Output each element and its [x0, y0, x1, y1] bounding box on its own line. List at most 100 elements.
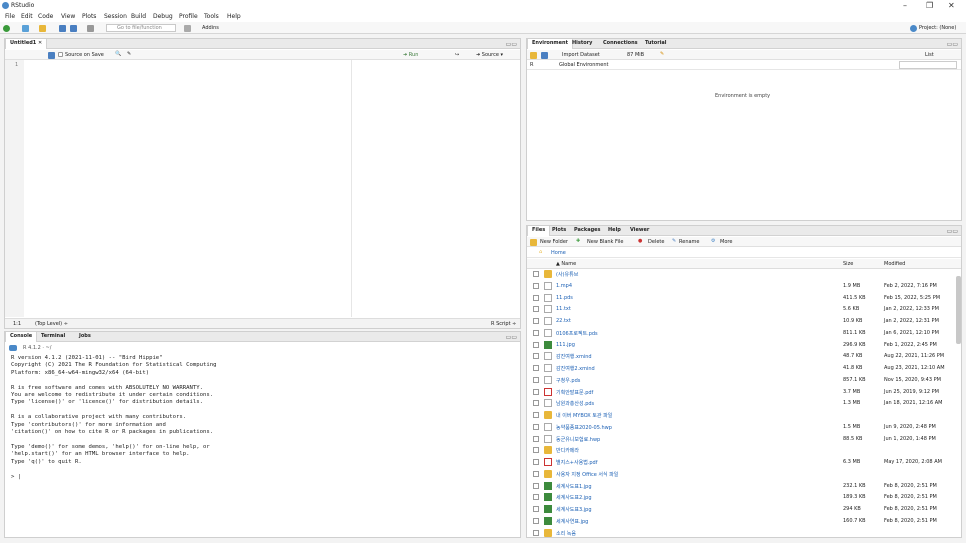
file-row[interactable]: 구청우.pds 857.1 KB Nov 15, 2020, 9:43 PM — [527, 375, 957, 387]
file-checkbox[interactable] — [533, 400, 539, 407]
scope-selector[interactable]: (Top Level) ÷ — [35, 321, 68, 327]
maximize-pane-icon[interactable]: ▭▭ — [506, 41, 517, 48]
maximize-files-icon[interactable]: ▭▭ — [947, 228, 958, 235]
file-row[interactable]: 기획안발표문.pdf 3.7 MB Jun 25, 2019, 9:12 PM — [527, 387, 957, 399]
new-blank-file-button[interactable]: New Blank File — [587, 239, 623, 245]
file-checkbox[interactable] — [533, 470, 539, 477]
open-file-icon[interactable] — [39, 25, 46, 32]
search-icon[interactable]: 🔍 — [115, 51, 121, 57]
language-selector[interactable]: R — [530, 62, 533, 68]
file-name[interactable]: (사)유튜브 — [556, 271, 578, 278]
file-name[interactable]: 사용자 지정 Office 서식 파일 — [556, 471, 618, 478]
file-name[interactable]: 감진여행2.xmind — [556, 365, 595, 372]
breadcrumb-home[interactable]: Home — [551, 250, 566, 256]
file-row[interactable]: 동군유니보험료.hwp 88.5 KB Jun 1, 2020, 1:48 PM — [527, 434, 957, 446]
file-checkbox[interactable] — [533, 517, 539, 524]
file-row[interactable]: 내 이버 MYBOX 토관 파일 — [527, 410, 957, 422]
memory-usage[interactable]: 87 MiB — [627, 52, 644, 58]
file-name[interactable]: 별지스+사용법.pdf — [556, 459, 598, 466]
file-row[interactable]: 감진여행.xmind 48.7 KB Aug 22, 2021, 11:26 PM — [527, 351, 957, 363]
file-checkbox[interactable] — [533, 494, 539, 501]
file-type-selector[interactable]: R Script ÷ — [491, 321, 516, 327]
file-name[interactable]: 감진여행.xmind — [556, 353, 592, 360]
file-row[interactable]: 22.txt 10.9 KB Jan 2, 2022, 12:31 PM — [527, 316, 957, 328]
tab-jobs[interactable]: Jobs — [75, 332, 95, 342]
file-name[interactable]: 동군유니보험료.hwp — [556, 436, 600, 443]
print-icon[interactable] — [87, 25, 94, 32]
menu-code[interactable]: Code — [38, 13, 53, 20]
file-name[interactable]: 내 이버 MYBOX 토관 파일 — [556, 412, 612, 419]
file-name[interactable]: 11.txt — [556, 306, 571, 312]
tab-files[interactable]: Files — [527, 226, 551, 236]
tab-packages[interactable]: Packages — [570, 226, 605, 236]
file-row[interactable]: 별지스+사용법.pdf 6.3 MB May 17, 2020, 2:08 AM — [527, 457, 957, 469]
file-checkbox[interactable] — [533, 388, 539, 395]
file-name[interactable]: 0106프로젝트.pds — [556, 330, 598, 337]
file-row[interactable]: 농약품종표2020-05.hwp 1.5 MB Jun 9, 2020, 2:48 … — [527, 422, 957, 434]
wand-icon[interactable]: ✎ — [127, 51, 131, 57]
new-project-icon[interactable] — [22, 25, 29, 32]
maximize-env-icon[interactable]: ▭▭ — [947, 41, 958, 48]
file-row[interactable]: 세계사연표.jpg 160.7 KB Feb 8, 2020, 2:51 PM — [527, 516, 957, 528]
tab-console[interactable]: Console — [5, 332, 38, 342]
file-row[interactable]: 세계사도표2.jpg 189.3 KB Feb 8, 2020, 2:51 PM — [527, 492, 957, 504]
file-checkbox[interactable] — [533, 271, 539, 277]
file-name[interactable]: 세계사도표3.jpg — [556, 506, 592, 513]
rename-button[interactable]: Rename — [679, 239, 700, 245]
col-size-header[interactable]: Size — [843, 261, 853, 267]
source-button[interactable]: ➜ Source ▾ — [476, 52, 503, 58]
file-checkbox[interactable] — [533, 376, 539, 383]
new-file-icon[interactable] — [3, 25, 10, 32]
menu-edit[interactable]: Edit — [21, 13, 33, 20]
file-name[interactable]: 111.jpg — [556, 342, 575, 348]
save-editor-icon[interactable] — [48, 52, 55, 59]
tab-viewer[interactable]: Viewer — [626, 226, 653, 236]
file-name[interactable]: 22.txt — [556, 318, 571, 324]
file-row[interactable]: 세계사도표3.jpg 294 KB Feb 8, 2020, 2:51 PM — [527, 504, 957, 516]
file-row[interactable]: 남원과총산성.pds 1.3 MB Jan 18, 2021, 12:16 AM — [527, 398, 957, 410]
file-row[interactable]: (사)유튜브 — [527, 269, 957, 281]
file-checkbox[interactable] — [533, 306, 539, 313]
files-scrollbar[interactable] — [956, 276, 961, 344]
delete-button[interactable]: Delete — [648, 239, 664, 245]
tab-plots[interactable]: Plots — [548, 226, 570, 236]
list-view-toggle[interactable]: List — [925, 52, 934, 58]
file-name[interactable]: 11.pds — [556, 295, 573, 301]
code-editor[interactable] — [24, 60, 520, 317]
menu-build[interactable]: Build — [131, 13, 146, 20]
re-run-icon[interactable]: ↪ — [455, 52, 459, 58]
file-checkbox[interactable] — [533, 412, 539, 418]
file-checkbox[interactable] — [533, 459, 539, 465]
more-button[interactable]: More — [720, 239, 732, 245]
tab-help[interactable]: Help — [604, 226, 625, 236]
file-checkbox[interactable] — [533, 329, 539, 336]
import-dataset-button[interactable]: Import Dataset — [562, 52, 600, 58]
file-name[interactable]: 소리 녹음 — [556, 530, 576, 537]
file-checkbox[interactable] — [533, 294, 539, 301]
close-icon[interactable]: ✕ — [948, 1, 955, 10]
file-checkbox[interactable] — [533, 318, 539, 324]
file-row[interactable]: 반디카메라 — [527, 445, 957, 457]
file-checkbox[interactable] — [533, 435, 539, 442]
menu-profile[interactable]: Profile — [179, 13, 198, 20]
file-name[interactable]: 세계사도표2.jpg — [556, 494, 592, 501]
file-row[interactable]: 1.mp4 1.9 MB Feb 2, 2022, 7:16 PM — [527, 281, 957, 293]
file-checkbox[interactable] — [533, 447, 539, 454]
project-menu[interactable]: Project: (None) — [919, 25, 956, 31]
file-row[interactable]: 111.jpg 296.9 KB Feb 1, 2022, 2:45 PM — [527, 340, 957, 352]
menu-plots[interactable]: Plots — [82, 13, 96, 20]
file-checkbox[interactable] — [533, 282, 539, 289]
menu-view[interactable]: View — [61, 13, 75, 20]
save-workspace-icon[interactable] — [541, 52, 548, 59]
maximize-console-icon[interactable]: ▭▭ — [506, 334, 517, 341]
minimize-icon[interactable]: – — [903, 1, 907, 10]
file-name[interactable]: 농약품종표2020-05.hwp — [556, 424, 612, 431]
file-row[interactable]: 소리 녹음 — [527, 528, 957, 538]
file-name[interactable]: 기획안발표문.pdf — [556, 389, 593, 396]
tab-untitled1[interactable]: Untitled1 ✕ — [5, 39, 48, 49]
menu-file[interactable]: File — [5, 13, 15, 20]
tab-connections[interactable]: Connections — [599, 39, 642, 49]
save-icon[interactable] — [59, 25, 66, 32]
tab-tutorial[interactable]: Tutorial — [641, 39, 671, 49]
tab-history[interactable]: History — [568, 39, 596, 49]
